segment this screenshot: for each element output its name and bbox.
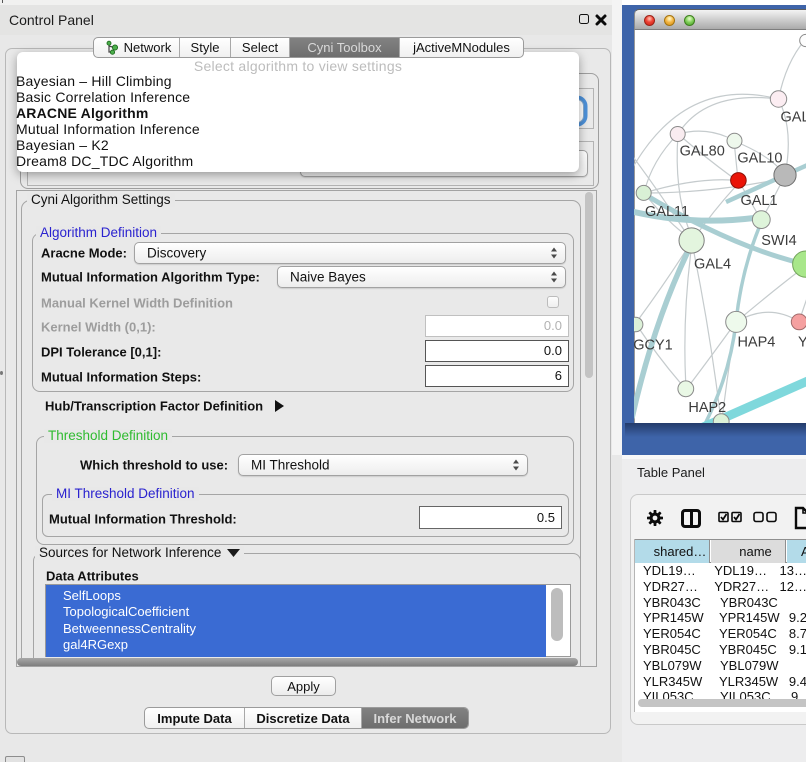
svg-text:GAL7: GAL7 bbox=[781, 110, 806, 126]
svg-text:GAL80: GAL80 bbox=[680, 144, 725, 160]
svg-text:GAL1: GAL1 bbox=[740, 193, 777, 209]
svg-text:HAP2: HAP2 bbox=[688, 400, 726, 416]
svg-text:YJ: YJ bbox=[798, 335, 806, 351]
svg-text:GAL11: GAL11 bbox=[645, 204, 689, 220]
svg-text:SWI4: SWI4 bbox=[761, 233, 796, 249]
svg-text:GCY1: GCY1 bbox=[634, 338, 673, 354]
svg-text:GAL10: GAL10 bbox=[737, 151, 782, 167]
svg-text:HAP4: HAP4 bbox=[737, 335, 775, 351]
svg-text:GAL4: GAL4 bbox=[694, 256, 731, 272]
